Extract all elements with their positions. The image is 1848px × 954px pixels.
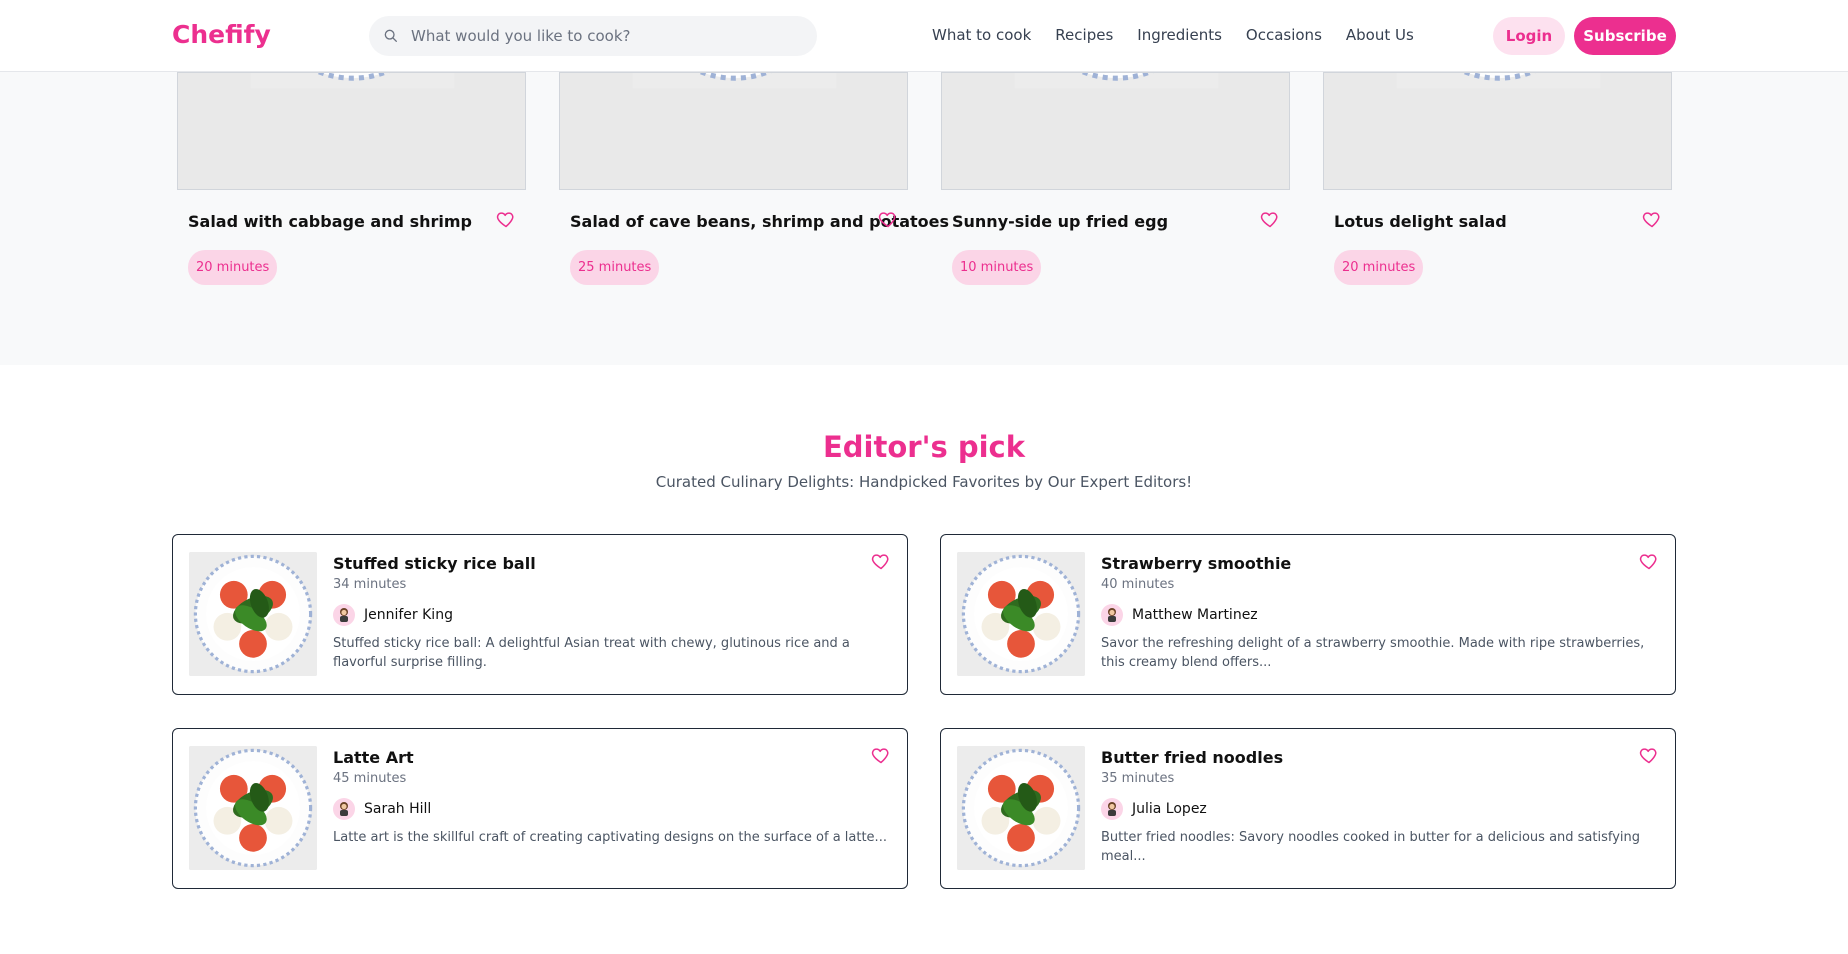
author: Julia Lopez [1101,798,1207,820]
editor-pick-card[interactable]: Butter fried noodles 35 minutes Julia Lo… [940,728,1676,889]
recipe-thumbnail[interactable] [957,746,1085,870]
editor-pick-card[interactable]: Strawberry smoothie 40 minutes Matthew M… [940,534,1676,695]
recipe-image[interactable] [1323,72,1672,190]
author: Sarah Hill [333,798,431,820]
time-badge: 20 minutes [188,250,278,285]
avatar [1101,798,1123,820]
recipe-time: 40 minutes [1101,577,1175,592]
top-navbar: Chefify What to cook Recipes Ingredients… [0,0,1848,72]
nav-what-to-cook[interactable]: What to cook [932,26,1031,44]
heart-icon[interactable] [1639,551,1659,571]
time-badge: 10 minutes [952,250,1042,285]
search-icon [384,29,397,42]
heart-icon[interactable] [878,209,898,229]
recipe-description: Butter fried noodles: Savory noodles coo… [1101,830,1641,864]
recipe-card[interactable]: Salad of cave beans, shrimp and potatoes… [559,72,949,285]
heart-icon[interactable] [871,745,891,765]
author-name: Matthew Martinez [1132,607,1258,623]
author-name: Jennifer King [364,607,453,623]
main-nav: What to cook Recipes Ingredients Occasio… [932,26,1438,44]
heart-icon[interactable] [871,551,891,571]
search-input[interactable] [411,27,791,45]
subscribe-button[interactable]: Subscribe [1574,17,1676,55]
author-name: Sarah Hill [364,801,432,817]
author: Matthew Martinez [1101,604,1258,626]
logo[interactable]: Chefify [172,20,271,49]
editor-pick-card[interactable]: Stuffed sticky rice ball 34 minutes Jenn… [172,534,908,695]
recipe-thumbnail[interactable] [189,746,317,870]
recipe-card[interactable]: Salad with cabbage and shrimp 20 minutes [177,72,526,285]
login-button[interactable]: Login [1493,17,1565,55]
author-name: Julia Lopez [1132,801,1207,817]
search-bar[interactable] [369,16,817,56]
recipe-title[interactable]: Sunny-side up fried egg [952,212,1168,231]
author: Jennifer King [333,604,453,626]
recipe-description: Latte art is the skillful craft of creat… [333,830,887,845]
recipe-card[interactable]: Lotus delight salad 20 minutes [1323,72,1672,285]
recipe-image[interactable] [941,72,1290,190]
recipe-carousel-section: Salad with cabbage and shrimp 20 minutes… [0,72,1848,365]
avatar [1101,604,1123,626]
recipe-time: 34 minutes [333,577,407,592]
nav-occasions[interactable]: Occasions [1246,26,1322,44]
recipe-title[interactable]: Latte Art [333,748,414,767]
recipe-title[interactable]: Strawberry smoothie [1101,554,1291,573]
avatar [333,798,355,820]
nav-about-us[interactable]: About Us [1346,26,1414,44]
recipe-time: 45 minutes [333,771,407,786]
recipe-title[interactable]: Butter fried noodles [1101,748,1283,767]
heart-icon[interactable] [1642,209,1662,229]
recipe-card[interactable]: Sunny-side up fried egg 10 minutes [941,72,1290,285]
recipe-title[interactable]: Lotus delight salad [1334,212,1507,231]
recipe-description: Stuffed sticky rice ball: A delightful A… [333,636,850,670]
nav-ingredients[interactable]: Ingredients [1137,26,1222,44]
recipe-title[interactable]: Stuffed sticky rice ball [333,554,536,573]
heart-icon[interactable] [496,209,516,229]
time-badge: 20 minutes [1334,250,1424,285]
editor-pick-card[interactable]: Latte Art 45 minutes Sarah Hill Latte ar… [172,728,908,889]
recipe-description: Savor the refreshing delight of a strawb… [1101,636,1645,670]
section-subtitle: Curated Culinary Delights: Handpicked Fa… [655,473,1193,491]
avatar [333,604,355,626]
section-title: Editor's pick [822,430,1025,464]
heart-icon[interactable] [1260,209,1280,229]
recipe-image[interactable] [177,72,526,190]
recipe-title[interactable]: Salad with cabbage and shrimp [188,212,472,231]
nav-recipes[interactable]: Recipes [1055,26,1113,44]
recipe-thumbnail[interactable] [189,552,317,676]
time-badge: 25 minutes [570,250,660,285]
recipe-time: 35 minutes [1101,771,1175,786]
heart-icon[interactable] [1639,745,1659,765]
recipe-image[interactable] [559,72,908,190]
recipe-thumbnail[interactable] [957,552,1085,676]
